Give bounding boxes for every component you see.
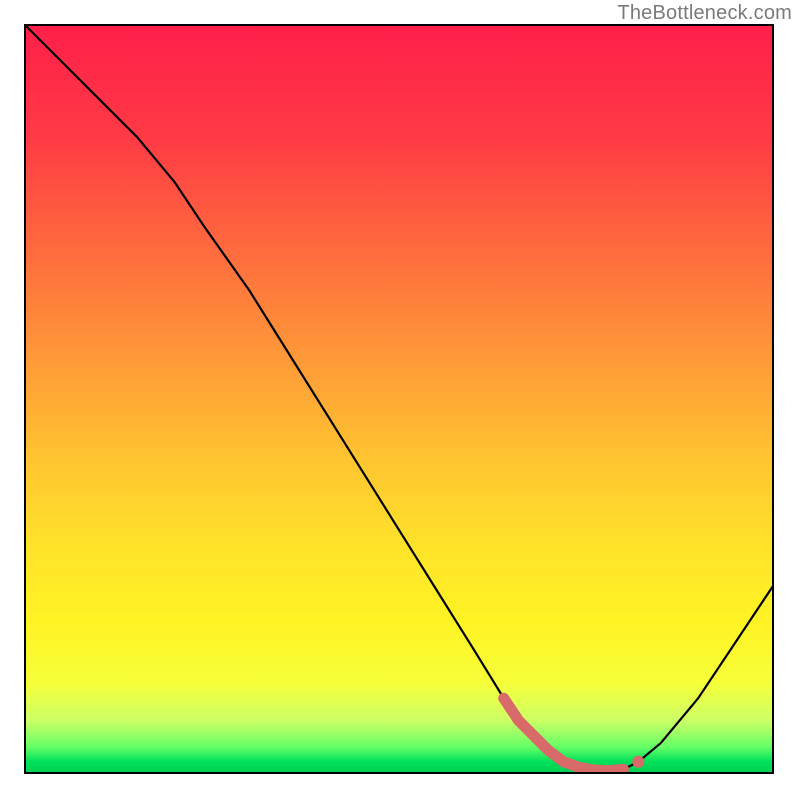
optimal-point-dot xyxy=(632,756,644,768)
watermark-text: TheBottleneck.com xyxy=(617,2,792,25)
bottleneck-chart xyxy=(0,0,800,800)
chart-container: TheBottleneck.com xyxy=(0,0,800,800)
